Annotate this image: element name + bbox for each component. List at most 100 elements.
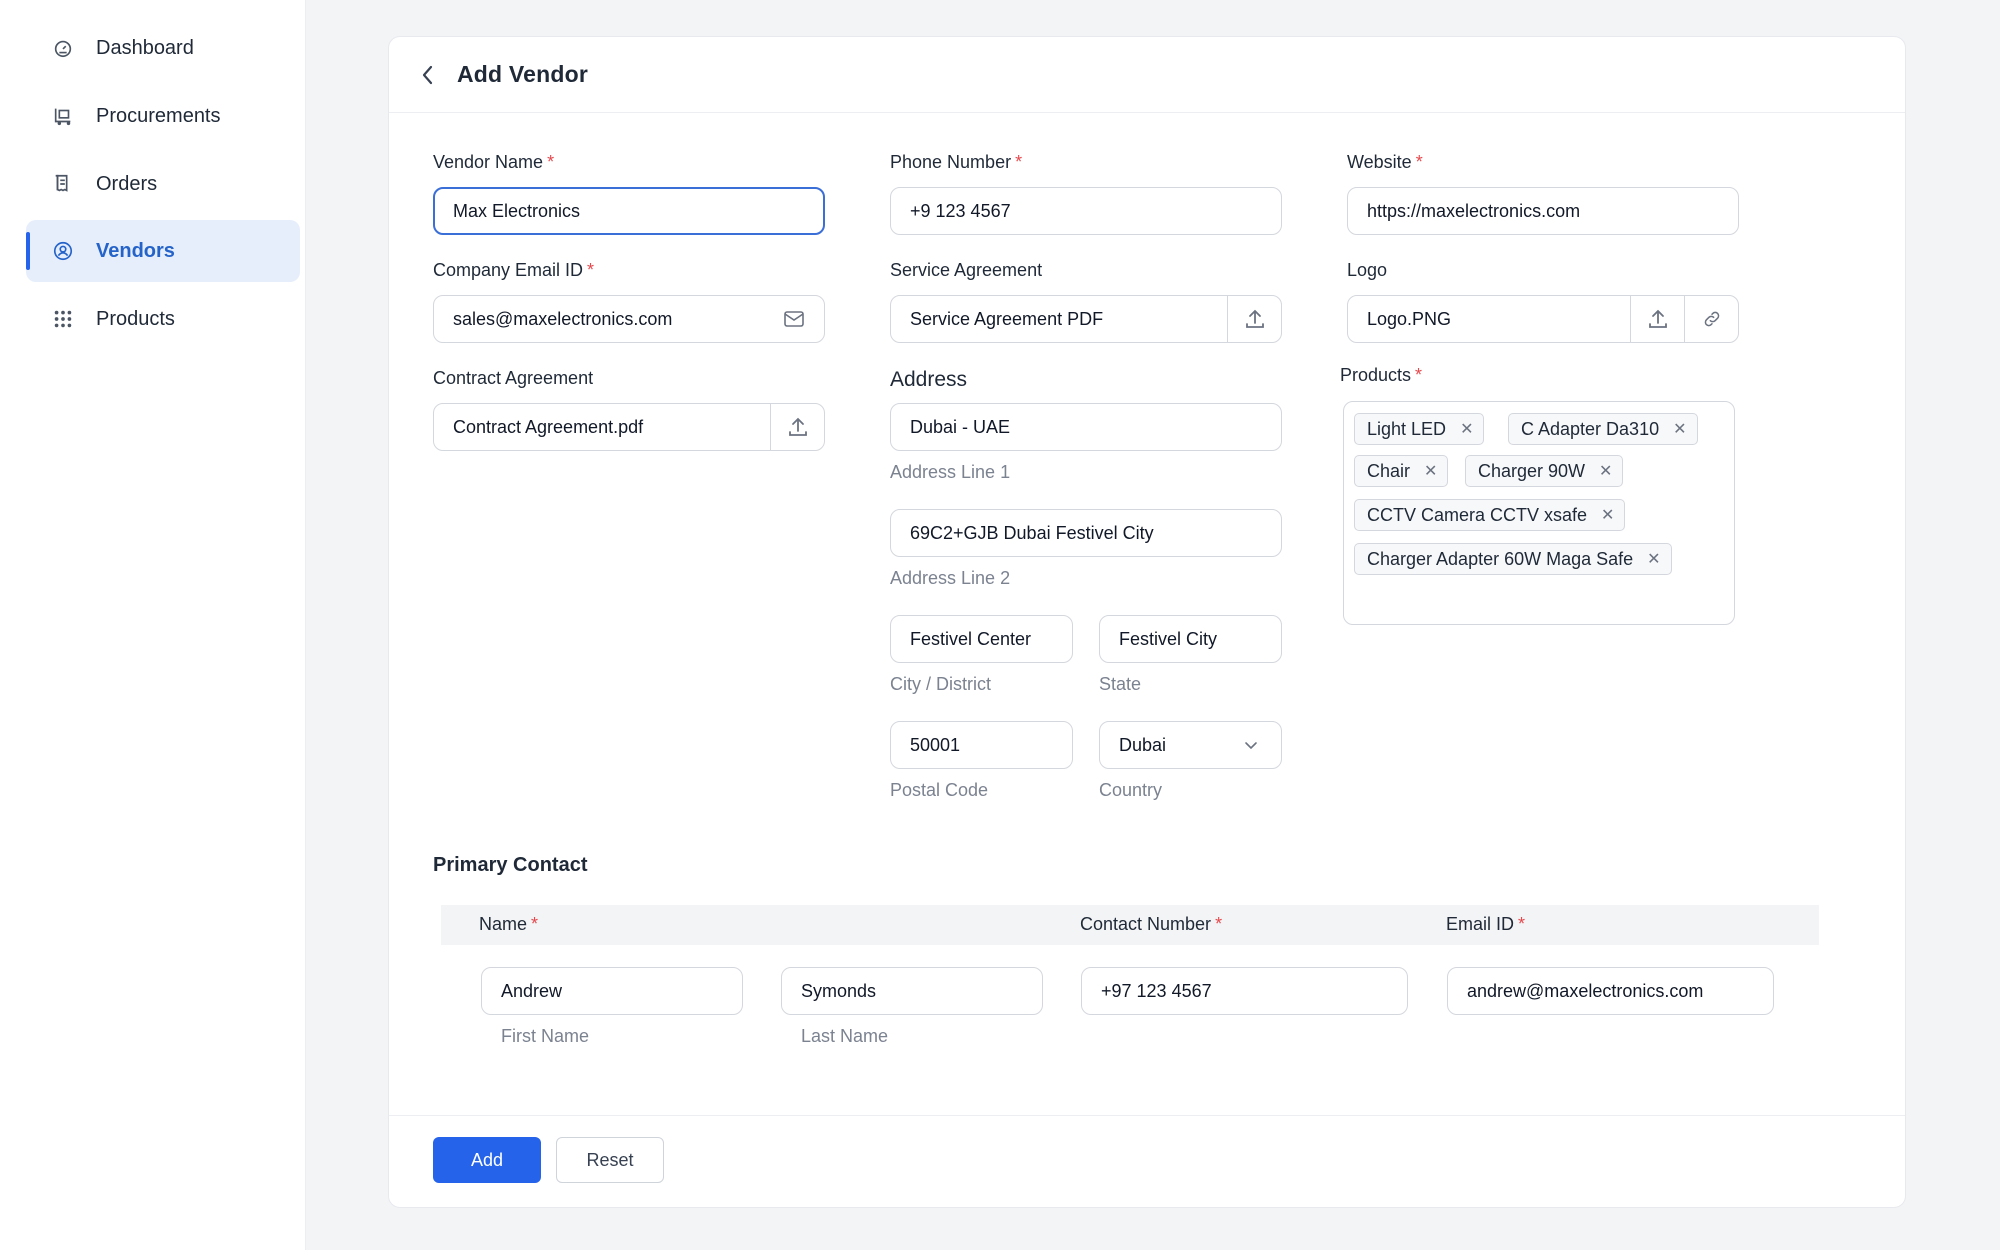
state-input[interactable]: Festivel City (1099, 615, 1282, 663)
phone-number-value: +9 123 4567 (910, 200, 1011, 221)
primary-contact-title: Primary Contact (433, 854, 588, 876)
upload-icon[interactable] (1227, 296, 1281, 342)
website-value: https://maxelectronics.com (1367, 200, 1581, 221)
company-email-input[interactable]: sales@maxelectronics.com (433, 295, 825, 343)
email-header: Email ID * (1446, 914, 1525, 935)
address-line1-input[interactable]: Dubai - UAE (890, 403, 1282, 451)
required-mark: * (531, 914, 539, 934)
receipt-icon (50, 171, 76, 197)
required-mark: * (1415, 365, 1423, 385)
service-agreement-input[interactable]: Service Agreement PDF (890, 295, 1282, 343)
cart-icon (50, 103, 76, 129)
products-multiselect[interactable]: Light LED ✕ C Adapter Da310 ✕ Chair ✕ Charg… (1343, 401, 1735, 625)
city-input[interactable]: Festivel Center (890, 615, 1073, 663)
products-label: Products * (1340, 365, 1422, 386)
logo-input[interactable]: Logo.PNG (1347, 295, 1739, 343)
upload-icon[interactable] (1630, 296, 1684, 342)
contact-number-header: Contact Number * (1080, 914, 1222, 935)
website-label: Website * (1347, 152, 1423, 173)
close-icon[interactable]: ✕ (1601, 505, 1614, 525)
vendor-name-input[interactable]: Max Electronics (433, 187, 825, 235)
address-line1-value: Dubai - UAE (910, 416, 1011, 437)
postal-code-input[interactable]: 50001 (890, 721, 1073, 769)
product-chip-label: C Adapter Da310 (1521, 418, 1660, 439)
country-value: Dubai (1119, 734, 1167, 755)
sidebar-item-label: Orders (96, 172, 158, 195)
contact-table-header: Name * Contact Number * Email ID * (441, 905, 1819, 945)
logo-value: Logo.PNG (1367, 308, 1452, 329)
company-email-value: sales@maxelectronics.com (453, 308, 673, 329)
sidebar-item-orders[interactable]: Orders (26, 153, 300, 215)
product-chip: Charger 90W ✕ (1465, 455, 1624, 487)
last-name-input[interactable]: Symonds (781, 967, 1043, 1015)
postal-code-caption: Postal Code (890, 780, 989, 800)
vendor-name-label: Vendor Name * (433, 152, 554, 173)
last-name-value: Symonds (801, 980, 877, 1001)
sidebar-item-products[interactable]: Products (26, 288, 300, 350)
close-icon[interactable]: ✕ (1424, 461, 1437, 481)
footer-divider (389, 1115, 1905, 1116)
sidebar-item-label: Vendors (96, 239, 175, 262)
sidebar-item-label: Dashboard (96, 36, 194, 59)
close-icon[interactable]: ✕ (1647, 549, 1660, 569)
website-input[interactable]: https://maxelectronics.com (1347, 187, 1739, 235)
product-chip: CCTV Camera CCTV xsafe ✕ (1354, 499, 1626, 531)
first-name-value: Andrew (501, 980, 563, 1001)
country-select[interactable]: Dubai (1099, 721, 1282, 769)
logo-label: Logo (1347, 260, 1388, 280)
upload-icon[interactable] (770, 404, 824, 450)
phone-number-label-text: Phone Number (890, 152, 1012, 172)
company-email-label: Company Email ID * (433, 260, 594, 281)
sidebar: Dashboard Procurements Orders Vendors Pr… (0, 0, 306, 1250)
address-line2-value: 69C2+GJB Dubai Festivel City (910, 522, 1154, 543)
close-icon[interactable]: ✕ (1599, 461, 1612, 481)
product-chip: Light LED ✕ (1354, 413, 1485, 445)
city-value: Festivel Center (910, 628, 1032, 649)
add-button[interactable]: Add (433, 1137, 541, 1183)
product-chip-label: Light LED (1367, 418, 1447, 439)
vendor-name-label-text: Vendor Name (433, 152, 544, 172)
sidebar-item-procurements[interactable]: Procurements (26, 85, 300, 147)
card-header: Add Vendor (389, 37, 1905, 113)
contract-agreement-label: Contract Agreement (433, 368, 594, 388)
close-icon[interactable]: ✕ (1460, 419, 1473, 439)
last-name-caption: Last Name (801, 1026, 889, 1046)
active-indicator (26, 232, 30, 270)
email-header-text: Email ID (1446, 914, 1515, 934)
first-name-caption: First Name (501, 1026, 590, 1046)
sidebar-item-vendors[interactable]: Vendors (26, 220, 300, 282)
back-arrow-icon[interactable] (415, 62, 441, 88)
postal-code-value: 50001 (910, 734, 961, 755)
phone-number-label: Phone Number * (890, 152, 1022, 173)
contact-email-input[interactable]: andrew@maxelectronics.com (1447, 967, 1774, 1015)
reset-button[interactable]: Reset (556, 1137, 664, 1183)
name-header-text: Name (479, 914, 528, 934)
close-icon[interactable]: ✕ (1673, 419, 1686, 439)
service-agreement-label: Service Agreement (890, 260, 1043, 280)
address-title: Address (890, 368, 968, 391)
vendor-name-value: Max Electronics (453, 200, 581, 221)
state-value: Festivel City (1119, 628, 1218, 649)
required-mark: * (1015, 152, 1023, 172)
product-chip-label: Charger Adapter 60W Maga Safe (1367, 548, 1634, 569)
contact-number-input[interactable]: +97 123 4567 (1081, 967, 1408, 1015)
address-line2-input[interactable]: 69C2+GJB Dubai Festivel City (890, 509, 1282, 557)
contact-email-value: andrew@maxelectronics.com (1467, 980, 1704, 1001)
required-mark: * (547, 152, 555, 172)
city-caption: City / District (890, 674, 991, 694)
product-chip-label: Chair (1367, 460, 1411, 481)
contract-agreement-input[interactable]: Contract Agreement.pdf (433, 403, 825, 451)
link-icon[interactable] (1684, 296, 1738, 342)
address-line2-caption: Address Line 2 (890, 568, 1011, 588)
sidebar-item-dashboard[interactable]: Dashboard (26, 17, 300, 79)
required-mark: * (587, 260, 595, 280)
sidebar-item-label: Products (96, 307, 175, 330)
country-caption: Country (1099, 780, 1163, 800)
contact-number-header-text: Contact Number (1080, 914, 1212, 934)
chevron-down-icon (1239, 733, 1263, 757)
name-header: Name * (479, 914, 538, 935)
product-chip-label: Charger 90W (1478, 460, 1586, 481)
product-chip: Charger Adapter 60W Maga Safe ✕ (1354, 543, 1672, 575)
first-name-input[interactable]: Andrew (481, 967, 743, 1015)
phone-number-input[interactable]: +9 123 4567 (890, 187, 1282, 235)
